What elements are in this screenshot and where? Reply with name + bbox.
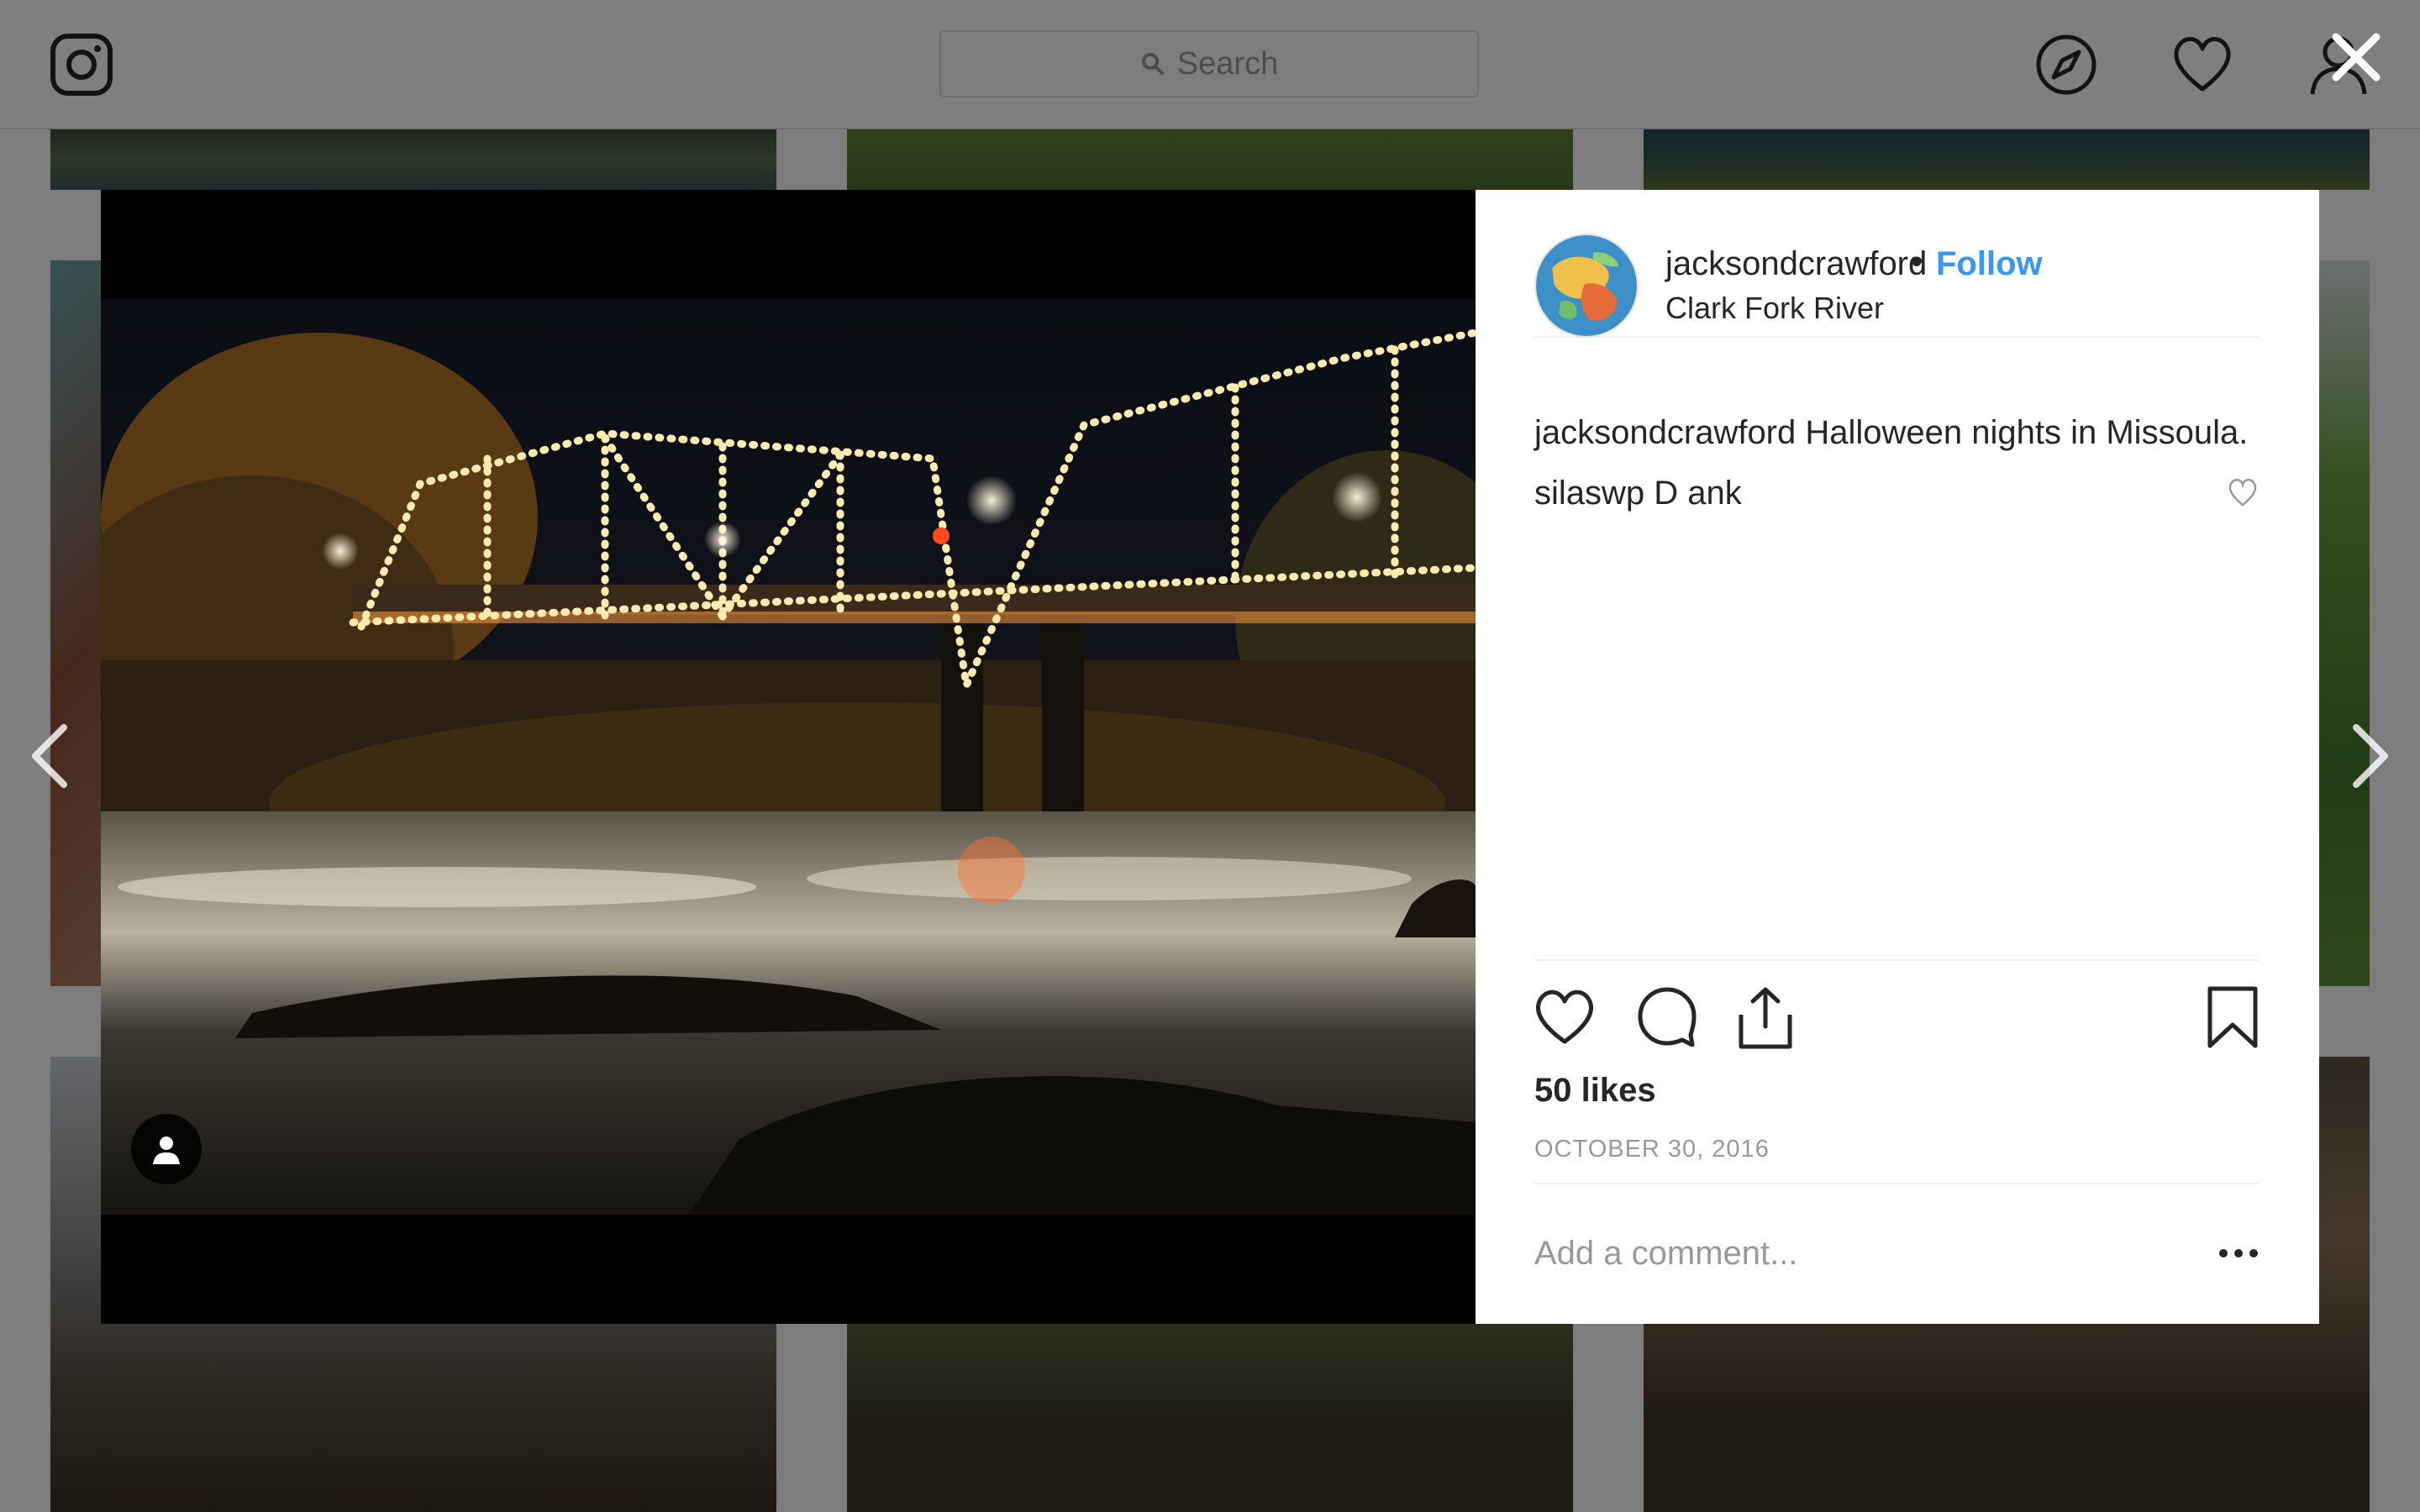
more-horizontal-icon[interactable] — [2215, 1236, 2262, 1270]
add-comment-input[interactable] — [1534, 1228, 2173, 1278]
separator-dot: • — [1911, 244, 1923, 281]
comment: silaswp D ank — [1534, 470, 2259, 516]
comment-username[interactable]: jacksondcrawford — [1534, 414, 1796, 451]
comment-text: Halloween nights in Missoula. — [1805, 414, 2249, 451]
post-date: OCTOBER 30, 2016 — [1534, 1136, 1770, 1163]
avatar[interactable] — [1534, 234, 1639, 338]
follow-button[interactable]: Follow — [1936, 245, 2043, 283]
caption: jacksondcrawford Halloween nights in Mis… — [1534, 410, 2259, 455]
chevron-right-icon[interactable] — [2344, 722, 2395, 790]
share-icon[interactable] — [1736, 986, 1795, 1050]
tagged-users-button[interactable] — [131, 1114, 202, 1184]
post-photo[interactable] — [101, 299, 1476, 1215]
bookmark-icon[interactable] — [2207, 986, 2259, 1048]
divider — [1534, 1183, 2259, 1184]
comment-username[interactable]: silaswp — [1534, 475, 1644, 512]
speech-bubble-icon[interactable] — [1635, 986, 1697, 1047]
close-icon[interactable] — [2326, 27, 2386, 87]
post-header: jacksondcrawford • Follow Clark Fork Riv… — [1534, 234, 2259, 338]
media-pane — [101, 190, 1476, 1324]
post-details-pane: jacksondcrawford • Follow Clark Fork Riv… — [1476, 190, 2319, 1324]
divider — [1534, 959, 2259, 961]
heart-outline-icon[interactable] — [1533, 986, 1597, 1047]
chevron-left-icon[interactable] — [25, 722, 76, 790]
comments-list: jacksondcrawford Halloween nights in Mis… — [1534, 410, 2259, 516]
comment-text: D ank — [1654, 475, 1742, 512]
person-icon — [153, 1137, 180, 1164]
comment-like-icon[interactable] — [2227, 477, 2259, 507]
likes-count[interactable]: 50 likes — [1534, 1072, 1656, 1110]
location-link[interactable]: Clark Fork River — [1665, 291, 1884, 326]
header-username[interactable]: jacksondcrawford — [1665, 245, 1927, 283]
post-modal: jacksondcrawford • Follow Clark Fork Riv… — [101, 190, 2319, 1324]
